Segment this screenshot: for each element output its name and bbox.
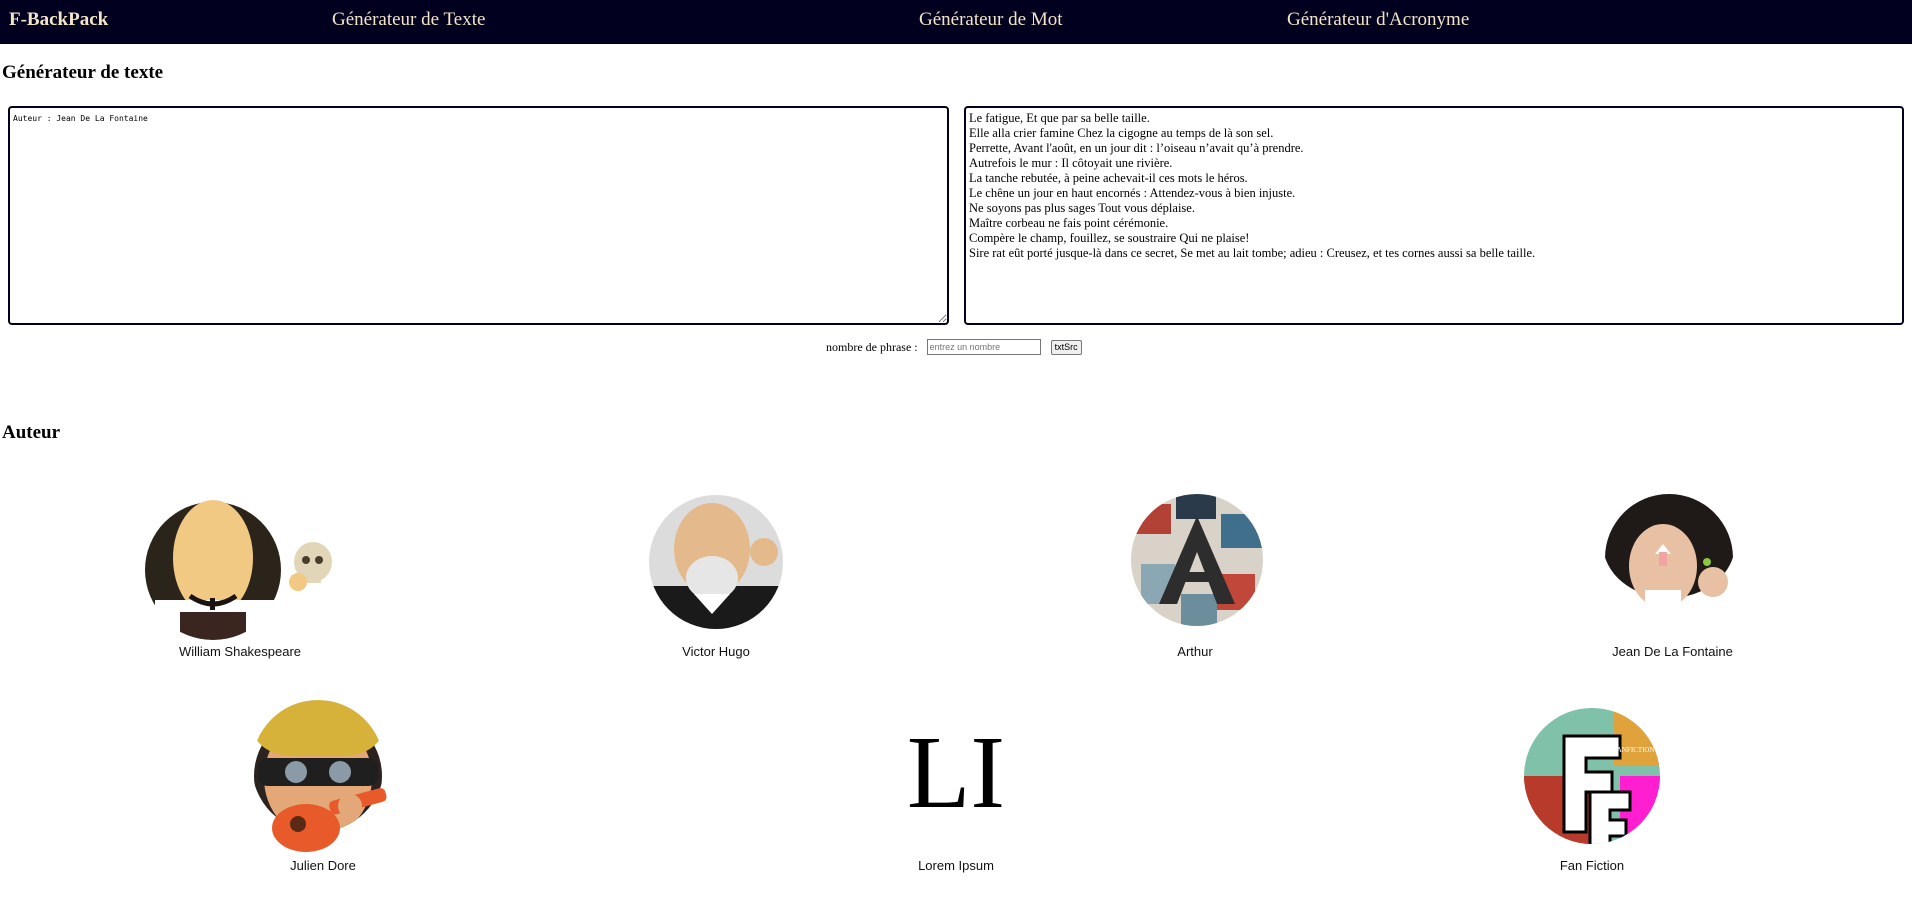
output-line: Perrette, Avant l'août, en un jour dit :… (969, 141, 1304, 155)
author-name: Fan Fiction (1559, 858, 1625, 873)
output-line: Le fatigue, Et que par sa belle taille. (969, 111, 1150, 125)
output-line: Le chêne un jour en haut encornés : Atte… (969, 186, 1296, 200)
victor-hugo-avatar-icon (649, 495, 783, 629)
sentence-count-label: nombre de phrase : (826, 339, 918, 354)
author-card-arthur[interactable]: Arthur (1125, 494, 1265, 660)
output-line: Ne soyons pas plus sages Tout vous dépla… (969, 201, 1195, 215)
author-name: Arthur (1177, 644, 1213, 659)
lorem-ipsum-logo-icon: LI (906, 715, 1006, 830)
source-textarea[interactable]: Auteur : Jean De La Fontaine (8, 106, 949, 325)
generate-button[interactable]: txtSrc (1050, 339, 1082, 355)
la-fontaine-avatar-icon (1605, 494, 1733, 622)
nav-link-acronym-generator[interactable]: Générateur d'Acronyme (1287, 0, 1469, 44)
nav-link-word-generator[interactable]: Générateur de Mot (919, 0, 1063, 44)
author-card-victor-hugo[interactable]: Victor Hugo (646, 494, 786, 660)
output-line: La tanche rebutée, à peine achevait-il c… (969, 171, 1248, 185)
generated-text-output: Le fatigue, Et que par sa belle taille. … (964, 106, 1904, 325)
arthur-avatar-icon (1131, 494, 1263, 626)
julien-dore-avatar-icon (252, 700, 387, 852)
author-name: Victor Hugo (682, 644, 750, 659)
output-line: Maître corbeau ne fais point cérémonie. (969, 216, 1169, 230)
top-navbar: F-BackPack Générateur de Texte Générateu… (0, 0, 1912, 44)
author-name: Jean De La Fontaine (1612, 644, 1733, 659)
author-card-fan-fiction[interactable]: FANFICTION Fan Fiction (1524, 706, 1660, 880)
fan-fiction-logo-icon: FANFICTION (1524, 708, 1660, 844)
output-line: Compère le champ, fouillez, se soustrair… (969, 231, 1250, 245)
output-line: Autrefois le mur : Il côtoyait une riviè… (969, 156, 1173, 170)
nav-link-text-generator[interactable]: Générateur de Texte (332, 0, 485, 44)
output-line: Elle alla crier famine Chez la cigogne a… (969, 126, 1274, 140)
output-line: Sire rat eût porté jusque-là dans ce sec… (969, 246, 1536, 260)
sentence-count-controls: nombre de phrase : txtSrc (826, 339, 1082, 355)
author-card-shakespeare[interactable]: William Shakespeare (135, 500, 345, 660)
fan-fiction-logo-text: FANFICTION (1613, 746, 1654, 754)
generator-title: Générateur de texte (2, 62, 164, 83)
author-card-lorem-ipsum[interactable]: LI Lorem Ipsum (886, 708, 1026, 880)
brand-link[interactable]: F-BackPack (9, 0, 108, 44)
author-name: Julien Dore (290, 858, 356, 873)
authors-title: Auteur (2, 422, 61, 443)
sentence-count-input[interactable] (926, 339, 1041, 355)
author-name: Lorem Ipsum (918, 858, 994, 873)
shakespeare-avatar-icon (143, 500, 332, 640)
author-card-la-fontaine[interactable]: Jean De La Fontaine (1600, 494, 1745, 660)
author-name: William Shakespeare (178, 644, 302, 659)
author-card-julien-dore[interactable]: Julien Dore (248, 686, 398, 880)
